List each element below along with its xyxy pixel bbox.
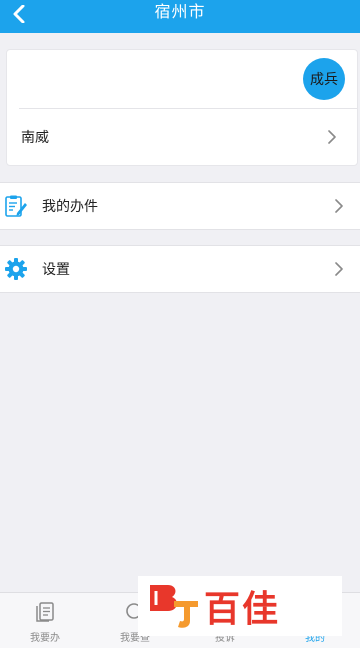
watermark-logo-mark-icon: [150, 585, 198, 628]
menu-item-label: 我的办件: [42, 199, 98, 215]
avatar[interactable]: 成兵: [303, 58, 345, 100]
chevron-right-icon: [325, 130, 339, 144]
tab-label: 我要办: [30, 633, 60, 644]
profile-card: 成兵 南威: [6, 49, 358, 166]
documents-icon: [34, 601, 56, 623]
page-title: 宿州市: [154, 1, 206, 21]
profile-name-row[interactable]: 南威: [7, 109, 357, 165]
chevron-right-icon: [332, 199, 346, 213]
document-edit-icon: [4, 194, 28, 218]
profile-name: 南威: [21, 130, 49, 146]
chevron-left-icon: [13, 5, 25, 23]
screen: 宿州市 成兵 南威 我的办件 设置 我要办 我要查 投诉 我的 百佳: [0, 0, 360, 648]
top-header: 宿州市: [0, 0, 360, 33]
watermark-logo: 百佳: [138, 576, 342, 636]
watermark-text: 百佳: [204, 589, 281, 630]
chevron-right-icon: [332, 262, 346, 276]
tab-my-tasks[interactable]: 我要办: [0, 593, 90, 648]
menu-item-label: 设置: [42, 262, 70, 278]
menu-item-my-cases[interactable]: 我的办件: [0, 182, 360, 230]
menu-item-settings[interactable]: 设置: [0, 245, 360, 293]
gear-icon: [4, 257, 28, 281]
back-button[interactable]: [8, 3, 30, 25]
